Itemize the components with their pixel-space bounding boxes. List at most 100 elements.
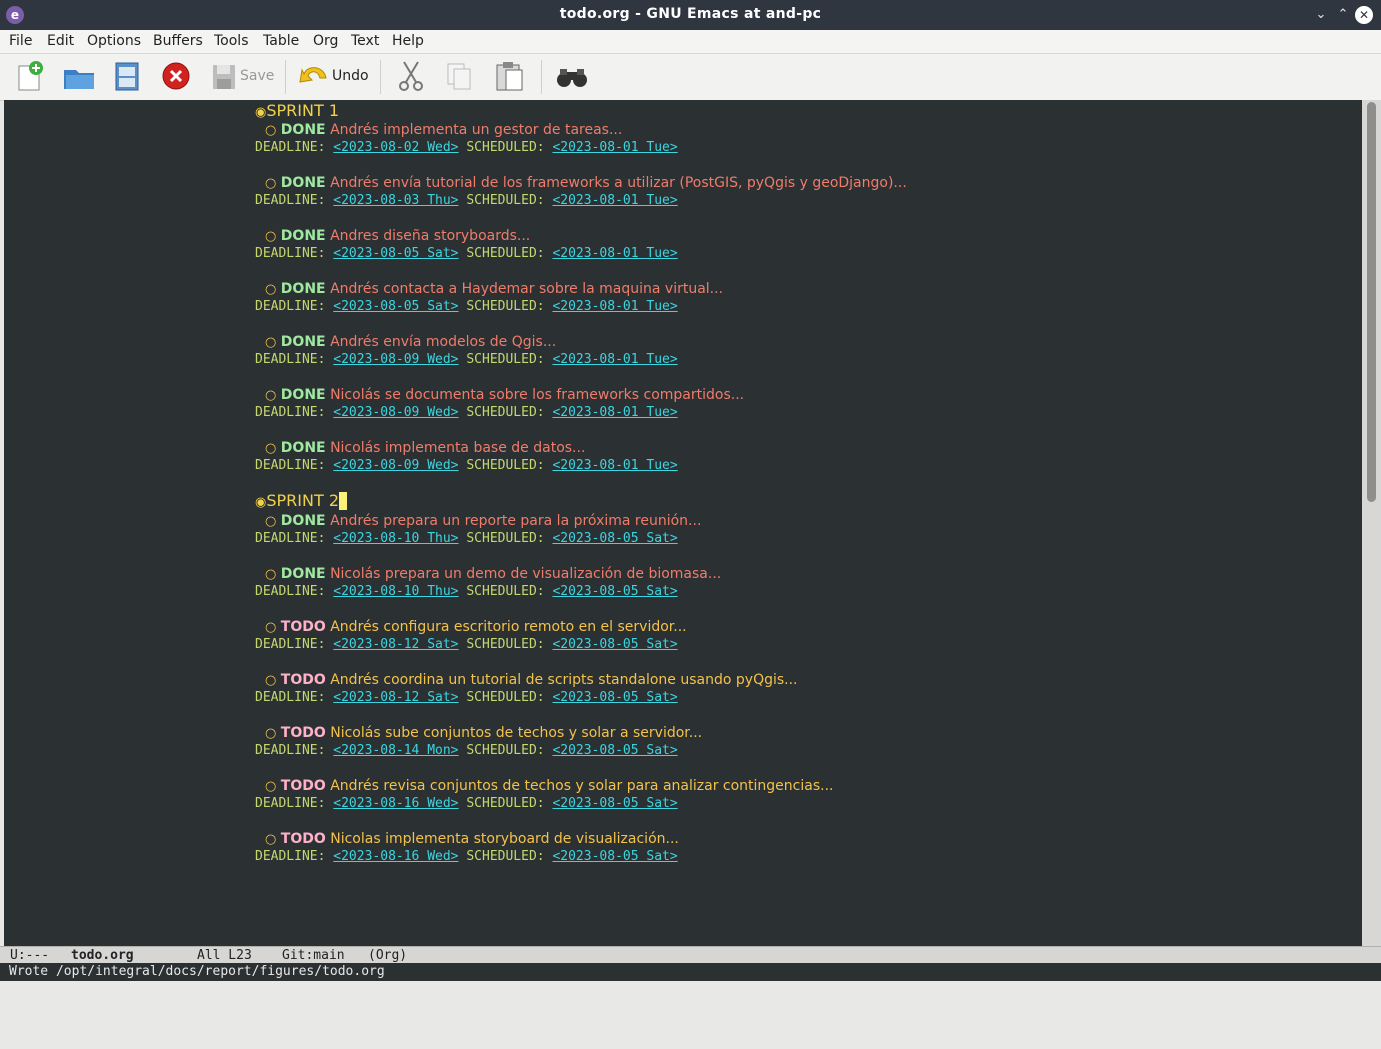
menu-text[interactable]: Text: [351, 33, 379, 49]
task-state: TODO: [280, 778, 326, 794]
scheduled-link[interactable]: <2023-08-01 Tue>: [552, 193, 677, 208]
task-state: DONE: [280, 440, 326, 456]
deadline-link[interactable]: <2023-08-10 Thu>: [333, 531, 458, 546]
new-file-icon: [18, 61, 43, 91]
search-button[interactable]: [555, 60, 589, 92]
task-meta: DEADLINE: <2023-08-10 Thu> SCHEDULED: <2…: [255, 531, 678, 546]
modeline-major-mode[interactable]: (Org): [368, 947, 407, 964]
deadline-link[interactable]: <2023-08-12 Sat>: [333, 690, 458, 705]
scheduled-link[interactable]: <2023-08-05 Sat>: [552, 690, 677, 705]
undo-button[interactable]: Undo: [298, 60, 369, 92]
toolbar-separator: [380, 60, 381, 94]
task-text: Andrés envía tutorial de los frameworks …: [330, 175, 907, 191]
menu-table[interactable]: Table: [263, 33, 299, 49]
close-window-button[interactable]: ✕: [1355, 6, 1373, 24]
modeline-buffer-name[interactable]: todo.org: [71, 947, 134, 964]
task-item[interactable]: ○ TODO Andrés revisa conjuntos de techos…: [255, 778, 833, 794]
scheduled-link[interactable]: <2023-08-05 Sat>: [552, 796, 677, 811]
task-item[interactable]: ○ TODO Andrés coordina un tutorial de sc…: [255, 672, 798, 688]
task-item[interactable]: ○ TODO Nicolas implementa storyboard de …: [255, 831, 679, 847]
task-item[interactable]: ○ TODO Andrés configura escritorio remot…: [255, 619, 687, 635]
heading-bullet-icon: ◉: [255, 495, 267, 510]
menu-org[interactable]: Org: [313, 33, 338, 49]
deadline-link[interactable]: <2023-08-14 Mon>: [333, 743, 458, 758]
maximize-button[interactable]: ⌃: [1334, 6, 1352, 24]
task-meta: DEADLINE: <2023-08-12 Sat> SCHEDULED: <2…: [255, 690, 678, 705]
menu-help[interactable]: Help: [392, 33, 424, 49]
task-item[interactable]: ○ TODO Nicolás sube conjuntos de techos …: [255, 725, 702, 741]
scheduled-link[interactable]: <2023-08-01 Tue>: [552, 458, 677, 473]
scheduled-link[interactable]: <2023-08-05 Sat>: [552, 637, 677, 652]
echo-message: Wrote /opt/integral/docs/report/figures/…: [9, 964, 385, 979]
task-meta: DEADLINE: <2023-08-16 Wed> SCHEDULED: <2…: [255, 849, 678, 864]
task-item[interactable]: ○ DONE Andrés implementa un gestor de ta…: [255, 122, 622, 138]
task-item[interactable]: ○ DONE Andrés prepara un reporte para la…: [255, 513, 701, 529]
menu-options[interactable]: Options: [87, 33, 141, 49]
heading-sprint-1[interactable]: ◉SPRINT 1: [255, 101, 339, 120]
task-item[interactable]: ○ DONE Andrés envía tutorial de los fram…: [255, 175, 907, 191]
deadline-link[interactable]: <2023-08-09 Wed>: [333, 458, 458, 473]
task-item[interactable]: ○ DONE Andrés envía modelos de Qgis...: [255, 334, 556, 350]
deadline-link[interactable]: <2023-08-09 Wed>: [333, 352, 458, 367]
task-text: Andrés coordina un tutorial de scripts s…: [330, 672, 798, 688]
deadline-link[interactable]: <2023-08-10 Thu>: [333, 584, 458, 599]
menu-buffers[interactable]: Buffers: [153, 33, 203, 49]
heading-sprint-2[interactable]: ◉SPRINT 2: [255, 491, 347, 510]
deadline-link[interactable]: <2023-08-16 Wed>: [333, 849, 458, 864]
scheduled-link[interactable]: <2023-08-01 Tue>: [552, 299, 677, 314]
scrollbar-thumb[interactable]: [1367, 102, 1376, 502]
paste-button[interactable]: [494, 60, 526, 92]
task-meta: DEADLINE: <2023-08-09 Wed> SCHEDULED: <2…: [255, 458, 678, 473]
menu-tools[interactable]: Tools: [214, 33, 249, 49]
text-cursor: [339, 492, 347, 510]
scheduled-link[interactable]: <2023-08-01 Tue>: [552, 246, 677, 261]
scheduled-link[interactable]: <2023-08-01 Tue>: [552, 140, 677, 155]
tool-bar: Save Undo: [0, 54, 1381, 101]
deadline-link[interactable]: <2023-08-16 Wed>: [333, 796, 458, 811]
task-item[interactable]: ○ DONE Nicolás prepara un demo de visual…: [255, 566, 721, 582]
task-text: Nicolas implementa storyboard de visuali…: [330, 831, 679, 847]
modeline-vc[interactable]: Git:main: [282, 947, 345, 964]
scheduled-link[interactable]: <2023-08-01 Tue>: [552, 352, 677, 367]
task-text: Andrés envía modelos de Qgis...: [330, 334, 557, 350]
task-meta: DEADLINE: <2023-08-09 Wed> SCHEDULED: <2…: [255, 352, 678, 367]
task-state: DONE: [280, 334, 326, 350]
task-state: DONE: [280, 122, 326, 138]
task-item[interactable]: ○ DONE Nicolás implementa base de datos.…: [255, 440, 585, 456]
task-state: TODO: [280, 619, 326, 635]
modeline-position: All L23: [197, 948, 252, 963]
item-bullet-icon: ○: [265, 441, 277, 456]
minimize-button[interactable]: ⌄: [1312, 6, 1330, 24]
scheduled-link[interactable]: <2023-08-05 Sat>: [552, 584, 677, 599]
open-folder-button[interactable]: [62, 60, 96, 92]
cut-button[interactable]: [396, 60, 426, 92]
new-file-button[interactable]: [16, 60, 46, 92]
folder-icon: [64, 70, 94, 89]
menu-edit[interactable]: Edit: [47, 33, 74, 49]
item-bullet-icon: ○: [265, 229, 277, 244]
scheduled-link[interactable]: <2023-08-05 Sat>: [552, 743, 677, 758]
task-item[interactable]: ○ DONE Andres diseña storyboards...: [255, 228, 530, 244]
kill-buffer-button[interactable]: [160, 60, 192, 92]
scheduled-link[interactable]: <2023-08-05 Sat>: [552, 849, 677, 864]
copy-button[interactable]: [444, 60, 474, 92]
title-bar: e todo.org - GNU Emacs at and-pc ⌄ ⌃ ✕: [0, 0, 1381, 30]
deadline-link[interactable]: <2023-08-03 Thu>: [333, 193, 458, 208]
editor-buffer[interactable]: ◉SPRINT 1 ○ DONE Andrés implementa un ge…: [4, 100, 1362, 946]
task-text: Nicolás prepara un demo de visualización…: [330, 566, 722, 582]
task-item[interactable]: ○ DONE Andrés contacta a Haydemar sobre …: [255, 281, 723, 297]
scheduled-link[interactable]: <2023-08-01 Tue>: [552, 405, 677, 420]
scheduled-link[interactable]: <2023-08-05 Sat>: [552, 531, 677, 546]
item-bullet-icon: ○: [265, 176, 277, 191]
save-button[interactable]: Save: [210, 60, 274, 92]
deadline-link[interactable]: <2023-08-05 Sat>: [333, 299, 458, 314]
vertical-scrollbar[interactable]: [1362, 100, 1381, 946]
task-item[interactable]: ○ DONE Nicolás se documenta sobre los fr…: [255, 387, 744, 403]
menu-file[interactable]: File: [9, 33, 32, 49]
deadline-link[interactable]: <2023-08-12 Sat>: [333, 637, 458, 652]
deadline-link[interactable]: <2023-08-09 Wed>: [333, 405, 458, 420]
undo-label: Undo: [332, 68, 369, 84]
deadline-link[interactable]: <2023-08-02 Wed>: [333, 140, 458, 155]
deadline-link[interactable]: <2023-08-05 Sat>: [333, 246, 458, 261]
save-directory-button[interactable]: [112, 60, 142, 92]
